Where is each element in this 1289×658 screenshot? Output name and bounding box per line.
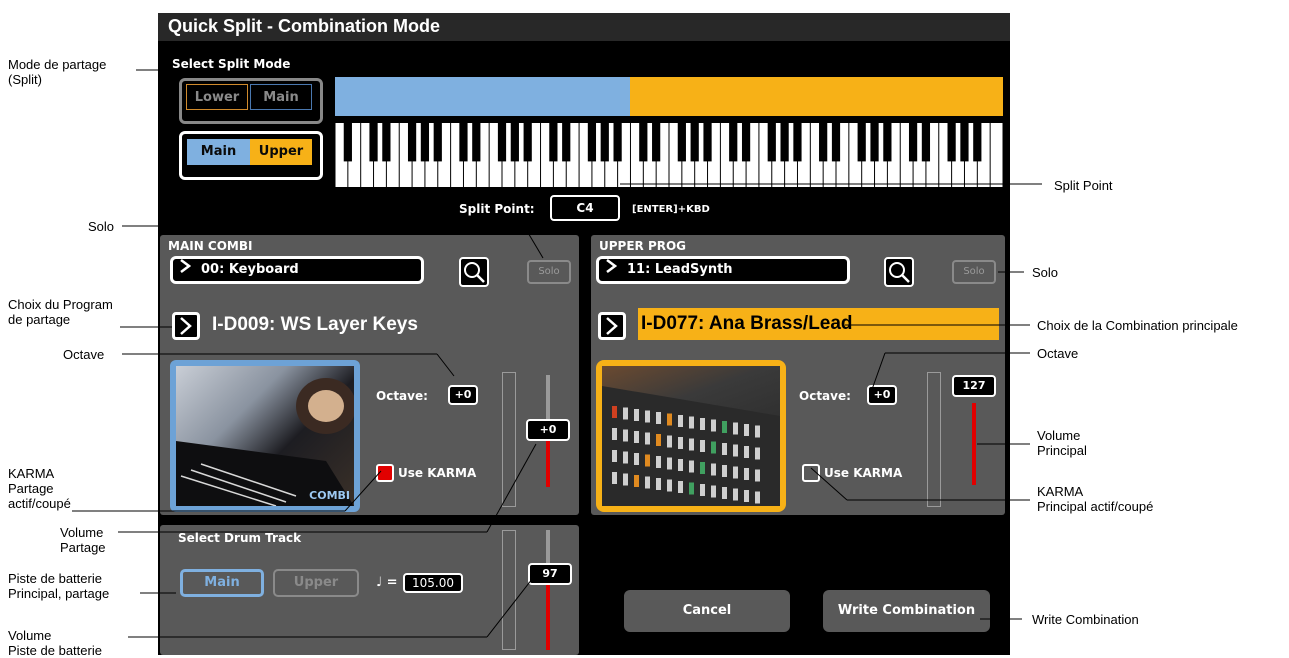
annotation-solo-right: Solo bbox=[1032, 265, 1059, 280]
annotation-choix-combination: Choix de la Combination principale bbox=[1037, 318, 1238, 333]
annotation-volume-principal: Volume Principal bbox=[1037, 428, 1087, 458]
annotation-karma-right: KARMA Principal actif/coupé bbox=[1037, 484, 1154, 514]
annotation-octave-left: Octave bbox=[63, 347, 105, 362]
annotation-choix-program: Choix du Program de partage bbox=[8, 297, 113, 327]
annotation-karma-left: KARMA Partage actif/coupé bbox=[8, 466, 71, 511]
annotation-piste-batterie: Piste de batterie Principal, partage bbox=[8, 571, 110, 601]
annotation-solo-left: Solo bbox=[88, 219, 115, 234]
annotation-volume-piste: Volume Piste de batterie bbox=[8, 628, 102, 658]
annotation-split-point: Split Point bbox=[1054, 178, 1113, 193]
annotation-write-combination: Write Combination bbox=[1032, 612, 1139, 627]
annotation-volume-partage: Volume Partage bbox=[60, 525, 106, 555]
annotation-octave-right: Octave bbox=[1037, 346, 1079, 361]
annotation-mode-partage: Mode de partage (Split) bbox=[8, 57, 107, 87]
